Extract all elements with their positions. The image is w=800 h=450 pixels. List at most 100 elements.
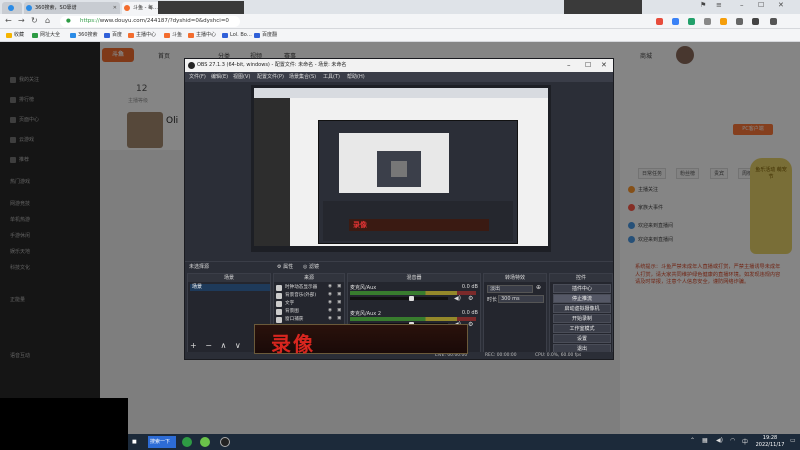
source-item[interactable]: 文字 ◉ ▣ bbox=[276, 300, 341, 308]
obs-window: OBS 27.1.3 (64-bit, windows) - 配置文件: 未命名… bbox=[184, 58, 614, 360]
bookmark-item[interactable]: 主播中心 bbox=[128, 29, 156, 42]
back-icon[interactable]: ← bbox=[5, 16, 12, 25]
360-browser-icon[interactable] bbox=[182, 437, 192, 447]
clock-date[interactable]: 2022/11/17 bbox=[752, 442, 788, 448]
duration-input[interactable]: 300 ms bbox=[498, 295, 544, 303]
source-item[interactable]: 窗口捕获 ◉ ▣ bbox=[276, 316, 341, 324]
add-icon[interactable]: ⊕ bbox=[536, 284, 541, 291]
minimize-icon[interactable]: – bbox=[567, 59, 571, 72]
url-text: www.douyu.com/244187/?dyshid=0&dyshci=0 bbox=[99, 18, 229, 24]
start-recording-button[interactable]: 开始录制 bbox=[553, 314, 611, 323]
virtual-camera-button[interactable]: 启动虚拟摄像机 bbox=[553, 304, 611, 313]
bookmark-item[interactable]: 斗鱼 bbox=[164, 29, 182, 42]
scene-item[interactable]: 场景 bbox=[190, 284, 270, 291]
lock-icon[interactable]: ▣ bbox=[337, 300, 341, 305]
forward-icon[interactable]: → bbox=[18, 16, 25, 25]
close-icon[interactable]: ✕ bbox=[113, 2, 117, 14]
bookmark-item[interactable]: 收藏 bbox=[6, 29, 24, 42]
eye-icon[interactable]: ◉ bbox=[328, 308, 332, 313]
app-icon[interactable] bbox=[200, 437, 210, 447]
plugin-center-button[interactable]: 插件中心 bbox=[553, 284, 611, 293]
settings-button[interactable]: 设置 bbox=[553, 334, 611, 343]
obs-icon[interactable] bbox=[220, 437, 230, 447]
menu-view[interactable]: 视图(V) bbox=[233, 73, 250, 80]
url-input[interactable]: ● https://www.douyu.com/244187/?dyshid=0… bbox=[60, 16, 240, 27]
speaker-icon[interactable]: ◀) bbox=[454, 295, 461, 302]
refresh-icon[interactable]: ↻ bbox=[31, 16, 38, 25]
close-icon[interactable]: ✕ bbox=[778, 1, 784, 9]
window-icon bbox=[276, 317, 282, 323]
studio-mode-button[interactable]: 工作室模式 bbox=[553, 324, 611, 333]
extension-icon[interactable] bbox=[656, 18, 663, 25]
extension-icon[interactable] bbox=[688, 18, 695, 25]
source-toolbar: 未选择源 ⚙ 属性 ◎ 滤镜 bbox=[185, 261, 613, 271]
browser-logo-icon bbox=[8, 5, 14, 11]
lock-icon[interactable]: ▣ bbox=[337, 308, 341, 313]
extension-icon[interactable] bbox=[736, 18, 743, 25]
filters-button[interactable]: ◎ 滤镜 bbox=[303, 263, 319, 270]
close-icon[interactable]: ✕ bbox=[601, 59, 607, 72]
minimize-icon[interactable]: – bbox=[740, 1, 744, 9]
extension-icon[interactable] bbox=[752, 18, 759, 25]
taskbar-search[interactable]: 搜索一下 bbox=[148, 436, 176, 448]
maximize-icon[interactable]: ☐ bbox=[585, 59, 591, 72]
wifi-icon[interactable]: ◠ bbox=[730, 437, 735, 444]
extension-icon[interactable] bbox=[672, 18, 679, 25]
taskbar-window-icon[interactable]: ■ bbox=[130, 436, 139, 448]
stop-streaming-button[interactable]: 停止推流 bbox=[553, 294, 611, 303]
lock-icon[interactable]: ▣ bbox=[337, 292, 341, 297]
network-icon[interactable]: ▦ bbox=[702, 437, 708, 444]
volume-slider[interactable] bbox=[350, 297, 448, 300]
eye-icon[interactable]: ◉ bbox=[328, 300, 332, 305]
menu-file[interactable]: 文件(F) bbox=[189, 73, 206, 80]
obs-preview[interactable]: 录像 bbox=[251, 85, 551, 252]
bookmark-item[interactable]: 百度翻 bbox=[254, 29, 277, 42]
menu-profile[interactable]: 配置文件(P) bbox=[257, 73, 284, 80]
menu-edit[interactable]: 编辑(E) bbox=[211, 73, 228, 80]
eye-icon[interactable]: ◉ bbox=[328, 316, 332, 321]
bookmark-item[interactable]: 网址大全 bbox=[32, 29, 60, 42]
source-item[interactable]: 背景音乐(外部) ◉ ▣ bbox=[276, 292, 341, 300]
bookmark-icon bbox=[32, 33, 38, 38]
extension-icon[interactable] bbox=[720, 18, 727, 25]
bookmarks-bar: 收藏 网址大全 360搜索 百度 主播中心 斗鱼 主播中心 Lol. Bo… 百… bbox=[0, 29, 800, 42]
gear-icon[interactable]: ⚙ bbox=[468, 321, 473, 328]
menu-scene-collection[interactable]: 场景集合(S) bbox=[289, 73, 316, 80]
menu-icon[interactable]: ≡ bbox=[716, 1, 722, 9]
lock-icon[interactable]: ▣ bbox=[337, 284, 341, 289]
ime-icon[interactable]: 中 bbox=[742, 437, 748, 446]
properties-button[interactable]: ⚙ 属性 bbox=[277, 263, 293, 270]
tab-360search[interactable]: 360搜索，SO靠谱 ✕ bbox=[24, 2, 120, 14]
menu-tools[interactable]: 工具(T) bbox=[323, 73, 340, 80]
notification-icon[interactable]: ▭ bbox=[790, 437, 796, 444]
bookmark-item[interactable]: 百度 bbox=[104, 29, 122, 42]
eye-icon[interactable]: ◉ bbox=[328, 292, 332, 297]
chevron-up-icon[interactable]: ⌃ bbox=[690, 437, 695, 444]
skin-icon[interactable]: ⚑ bbox=[700, 1, 706, 9]
douyu-icon bbox=[124, 5, 130, 11]
transition-select[interactable]: 淡出 bbox=[487, 285, 533, 293]
scene-controls[interactable]: + − ∧ ∨ bbox=[190, 341, 244, 350]
maximize-icon[interactable]: ☐ bbox=[758, 1, 764, 9]
volume-knob[interactable] bbox=[408, 296, 414, 301]
black-overlay bbox=[0, 398, 128, 450]
gear-icon[interactable]: ⚙ bbox=[468, 295, 473, 302]
source-item[interactable]: 背景图◉▣ bbox=[276, 308, 341, 316]
nested-rec-text: 录像 bbox=[353, 221, 367, 229]
lock-icon[interactable]: ▣ bbox=[337, 316, 341, 321]
eye-icon[interactable]: ◉ bbox=[328, 284, 332, 289]
bookmark-item[interactable]: Lol. Bo… bbox=[222, 29, 252, 42]
browser-tab-bar: 360搜索，SO靠谱 ✕ 斗鱼 - 每… ⚑ ≡ – ☐ ✕ bbox=[0, 0, 800, 16]
extension-icon[interactable] bbox=[704, 18, 711, 25]
tab-home[interactable] bbox=[2, 2, 22, 14]
clock-time[interactable]: 19:28 bbox=[752, 435, 788, 441]
menu-icon[interactable] bbox=[770, 18, 777, 25]
source-item[interactable]: 时钟动态显示器 ◉ ▣ bbox=[276, 284, 341, 292]
home-icon[interactable]: ⌂ bbox=[45, 16, 50, 25]
bookmark-item[interactable]: 360搜索 bbox=[70, 29, 98, 42]
bookmark-item[interactable]: 主播中心 bbox=[188, 29, 216, 42]
menu-help[interactable]: 帮助(H) bbox=[347, 73, 365, 80]
obs-titlebar: OBS 27.1.3 (64-bit, windows) - 配置文件: 未命名… bbox=[185, 59, 613, 72]
douyu-icon bbox=[164, 33, 170, 38]
volume-icon[interactable]: ◀) bbox=[716, 437, 723, 444]
